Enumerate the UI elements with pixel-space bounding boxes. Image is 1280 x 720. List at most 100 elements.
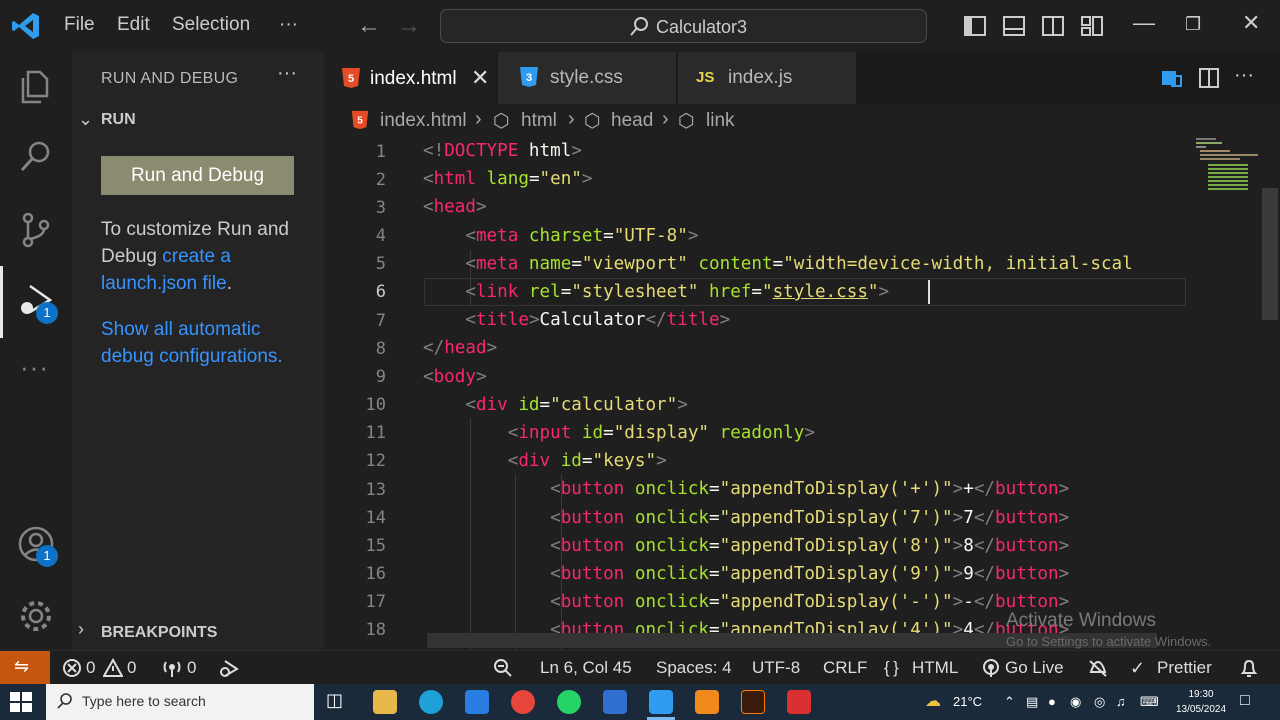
camera-icon[interactable]: ◉ xyxy=(1070,694,1081,710)
breakpoints-section-header[interactable]: › BREAKPOINTS xyxy=(72,619,324,649)
code-line[interactable]: <meta name="viewport" content="width=dev… xyxy=(423,254,1132,274)
code-line[interactable]: </head> xyxy=(423,338,497,358)
breadcrumb-html[interactable]: html xyxy=(521,110,557,132)
prettier-status[interactable]: Prettier xyxy=(1157,658,1212,678)
chrome-icon[interactable] xyxy=(511,690,535,714)
code-line[interactable]: <button onclick="appendToDisplay('-')">-… xyxy=(423,592,1069,612)
breadcrumb-file[interactable]: index.html xyxy=(380,110,467,132)
action-center-icon[interactable]: □ xyxy=(1240,692,1250,710)
run-and-debug-button[interactable]: Run and Debug xyxy=(101,156,294,195)
search-sidebar-icon[interactable] xyxy=(16,136,56,176)
volume-icon[interactable]: ♫ xyxy=(1116,694,1126,709)
vlc-icon[interactable] xyxy=(695,690,719,714)
code-token: < xyxy=(550,592,561,613)
ports-count[interactable]: 0 xyxy=(187,658,196,678)
vscode-taskbar-icon[interactable] xyxy=(649,690,673,714)
weather-icon[interactable]: ☁ xyxy=(925,691,941,711)
code-line[interactable]: <div id="calculator"> xyxy=(423,395,687,415)
taskbar-search-box[interactable]: Type here to search xyxy=(46,684,314,720)
code-line[interactable]: <title>Calculator</title> xyxy=(423,310,730,330)
code-token: onclick xyxy=(624,507,710,528)
mail-icon[interactable] xyxy=(465,690,489,714)
menu-file[interactable]: File xyxy=(64,14,95,36)
cursor-position[interactable]: Ln 6, Col 45 xyxy=(540,658,632,678)
editor-more-actions-icon[interactable]: ··· xyxy=(1234,64,1254,87)
toggle-secondary-sidebar-icon[interactable] xyxy=(1041,14,1065,38)
indentation[interactable]: Spaces: 4 xyxy=(656,658,732,678)
settings-gear-icon[interactable] xyxy=(16,596,56,636)
back-arrow-icon[interactable]: ← xyxy=(357,12,381,40)
code-line[interactable]: <button onclick="appendToDisplay('8')">8… xyxy=(423,536,1069,556)
warning-count[interactable]: 0 xyxy=(127,658,136,678)
code-line[interactable]: <link rel="stylesheet" href="style.css"> xyxy=(423,282,889,302)
globe-icon[interactable]: ◎ xyxy=(1094,694,1105,710)
breadcrumb-link[interactable]: link xyxy=(706,110,735,132)
keyboard-icon[interactable]: ⌨ xyxy=(1140,694,1159,710)
error-count[interactable]: 0 xyxy=(86,658,95,678)
code-line[interactable]: <body> xyxy=(423,367,487,387)
tray-chevron-up-icon[interactable]: ⌃ xyxy=(1004,694,1015,710)
split-editor-icon[interactable] xyxy=(1197,66,1221,90)
code-line[interactable]: <button onclick="appendToDisplay('7')">7… xyxy=(423,508,1069,528)
microphone-icon[interactable]: ● xyxy=(1048,694,1056,709)
close-tab-icon[interactable]: ✕ xyxy=(471,65,489,91)
toggle-panel-icon[interactable] xyxy=(1002,14,1026,38)
task-view-icon[interactable]: ◫ xyxy=(326,690,350,714)
toggle-primary-sidebar-icon[interactable] xyxy=(963,14,987,38)
zoom-icon[interactable] xyxy=(493,658,513,678)
notifications-muted-icon[interactable] xyxy=(1088,658,1108,678)
code-line[interactable]: <!DOCTYPE html> xyxy=(423,141,582,161)
explorer-icon[interactable] xyxy=(16,66,56,106)
file-explorer-icon[interactable] xyxy=(373,690,397,714)
source-control-icon[interactable] xyxy=(16,210,56,250)
close-window-icon[interactable]: ✕ xyxy=(1242,10,1260,36)
menu-selection[interactable]: Selection xyxy=(172,14,250,36)
taskbar-clock[interactable]: 19:30 13/05/2024 xyxy=(1176,687,1226,717)
windows-start-icon[interactable] xyxy=(10,692,32,712)
error-icon[interactable] xyxy=(62,658,82,678)
open-preview-icon[interactable] xyxy=(1159,66,1183,90)
remote-indicator[interactable]: ⇋ xyxy=(0,651,50,685)
edge-browser-icon[interactable] xyxy=(419,690,443,714)
code-line[interactable]: <div id="keys"> xyxy=(423,451,667,471)
temperature[interactable]: 21°C xyxy=(953,694,982,709)
language-mode[interactable]: HTML xyxy=(912,658,958,678)
bell-icon[interactable] xyxy=(1239,658,1259,678)
customize-layout-icon[interactable] xyxy=(1080,14,1104,38)
tab-style-css[interactable]: 3 style.css xyxy=(498,52,676,104)
warning-icon[interactable] xyxy=(103,658,123,678)
more-views-icon[interactable]: ··· xyxy=(20,352,49,383)
ports-icon[interactable] xyxy=(162,658,182,678)
store-icon[interactable] xyxy=(603,690,627,714)
run-section-header[interactable]: ⌄ RUN xyxy=(72,106,324,136)
encoding[interactable]: UTF-8 xyxy=(752,658,800,678)
code-line[interactable]: <meta charset="UTF-8"> xyxy=(423,226,698,246)
recorder-icon[interactable] xyxy=(787,690,811,714)
forward-arrow-icon[interactable]: → xyxy=(397,12,421,40)
debug-launch-icon[interactable] xyxy=(219,658,239,678)
whatsapp-icon[interactable] xyxy=(557,690,581,714)
minimize-icon[interactable]: — xyxy=(1133,10,1155,36)
breadcrumb-head[interactable]: head xyxy=(611,110,653,132)
code-editor[interactable]: 1 2 3 4 5 6 7 8 9 10 11 12 13 14 15 16 1… xyxy=(324,138,1280,650)
go-live-button[interactable]: Go Live xyxy=(1005,658,1064,678)
code-line[interactable]: <html lang="en"> xyxy=(423,169,593,189)
code-token: = xyxy=(751,282,762,302)
restore-icon[interactable]: ❐ xyxy=(1185,14,1201,35)
vertical-scrollbar[interactable] xyxy=(1262,188,1278,320)
code-line[interactable]: <head> xyxy=(423,197,487,217)
code-line[interactable]: <input id="display" readonly> xyxy=(423,423,815,443)
sidebar-more-icon[interactable]: ··· xyxy=(277,62,297,85)
menu-edit[interactable]: Edit xyxy=(117,14,150,36)
network-icon[interactable]: ▤ xyxy=(1026,694,1038,710)
tab-index-html[interactable]: 5 index.html ✕ xyxy=(324,52,496,104)
command-center-search[interactable]: Calculator3 xyxy=(440,9,927,43)
illustrator-icon[interactable] xyxy=(741,690,765,714)
menu-more[interactable]: ··· xyxy=(279,14,298,36)
end-of-line[interactable]: CRLF xyxy=(823,658,867,678)
minimap[interactable] xyxy=(1194,138,1258,198)
code-line[interactable]: <button onclick="appendToDisplay('+')">+… xyxy=(423,479,1069,499)
tab-index-js[interactable]: JS index.js xyxy=(678,52,856,104)
show-all-configurations-link[interactable]: Show all automatic debug configurations. xyxy=(101,316,301,370)
code-line[interactable]: <button onclick="appendToDisplay('9')">9… xyxy=(423,564,1069,584)
